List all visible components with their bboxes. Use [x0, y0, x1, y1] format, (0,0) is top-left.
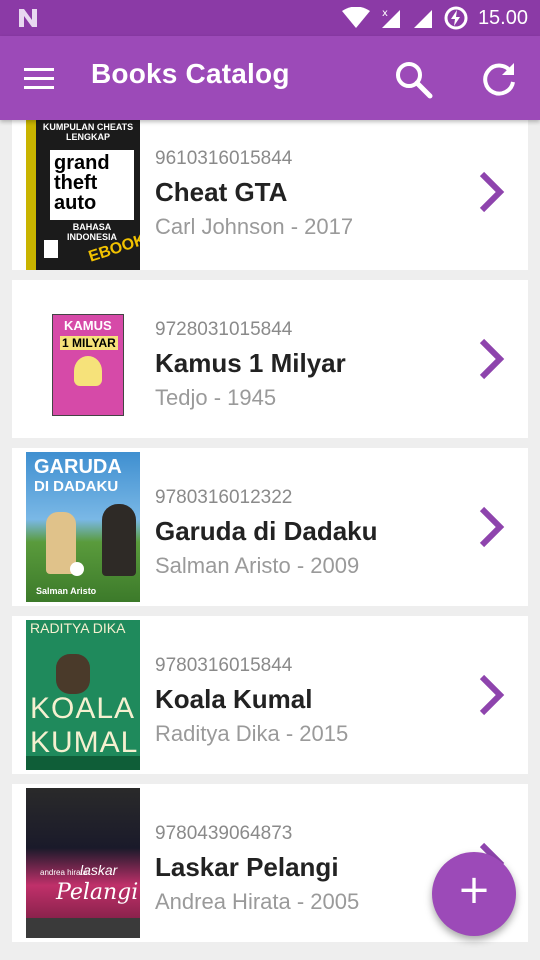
plus-icon: + [457, 867, 491, 913]
book-author-year: Raditya Dika - 2015 [155, 721, 349, 746]
book-title: Laskar Pelangi [155, 852, 339, 882]
book-item-koala-kumal[interactable]: RADITYA DIKA KOALA KUMAL 9780316015844 K… [12, 616, 528, 774]
add-book-fab[interactable]: + [432, 852, 516, 936]
menu-icon[interactable] [22, 62, 58, 94]
book-cover-kamus-1-milyar: KAMUS 1 MILYAR [26, 284, 140, 434]
search-icon[interactable] [392, 58, 434, 100]
status-bar: x 15.00 [0, 0, 540, 36]
book-item-kamus-1-milyar[interactable]: KAMUS 1 MILYAR 9728031015844 Kamus 1 Mil… [12, 280, 528, 438]
cover-text: KUMAL [30, 726, 139, 759]
book-list: KUMPULAN CHEATS LENGKAP grand theft auto… [12, 120, 528, 952]
chevron-right-icon[interactable] [476, 337, 508, 381]
book-isbn: 9780439064873 [155, 823, 293, 844]
signal-icon [413, 10, 432, 28]
cover-text: RADITYA DIKA [30, 620, 126, 636]
cover-text: laskar [80, 862, 118, 878]
cover-text: 1 MILYAR [60, 336, 118, 350]
refresh-icon[interactable] [478, 58, 520, 100]
cover-logo-text: auto [54, 192, 97, 214]
book-cover-cheat-gta: KUMPULAN CHEATS LENGKAP grand theft auto… [26, 120, 140, 270]
book-author-year: Andrea Hirata - 2005 [155, 889, 360, 914]
book-cover-laskar-pelangi: andrea hirata laskar Pelangi [26, 788, 140, 938]
book-isbn: 9610316015844 [155, 148, 293, 169]
page-title: Books Catalog [91, 58, 290, 89]
cover-text: KUMPULAN CHEATS LENGKAP [42, 122, 134, 142]
book-isbn: 9780316015844 [155, 655, 293, 676]
cover-text: KOALA [30, 692, 136, 725]
status-time: 15.00 [477, 6, 528, 29]
book-cover-garuda-di-dadaku: GARUDA DI DADAKU Salman Aristo [26, 452, 140, 602]
book-author-year: Carl Johnson - 2017 [155, 214, 354, 239]
chevron-right-icon[interactable] [476, 505, 508, 549]
book-author-year: Salman Aristo - 2009 [155, 553, 360, 578]
cover-text: KAMUS [64, 318, 112, 333]
book-isbn: 9728031015844 [155, 319, 293, 340]
book-author-year: Tedjo - 1945 [155, 385, 277, 410]
cover-text: Salman Aristo [36, 586, 97, 596]
svg-text:x: x [382, 8, 388, 19]
cover-text: GARUDA [34, 456, 122, 478]
book-title: Kamus 1 Milyar [155, 348, 346, 378]
book-isbn: 9780316012322 [155, 487, 293, 508]
signal-x-icon: x [381, 8, 400, 28]
book-title: Garuda di Dadaku [155, 516, 378, 546]
app-bar: Books Catalog [0, 36, 540, 120]
wifi-icon [341, 7, 370, 28]
book-cover-koala-kumal: RADITYA DIKA KOALA KUMAL [26, 620, 140, 770]
book-title: Cheat GTA [155, 177, 288, 207]
book-item-cheat-gta[interactable]: KUMPULAN CHEATS LENGKAP grand theft auto… [12, 120, 528, 270]
cover-text: DI DADAKU [34, 478, 119, 495]
chevron-right-icon[interactable] [476, 673, 508, 717]
notification-icon [19, 9, 37, 27]
chevron-right-icon[interactable] [476, 170, 508, 214]
book-title: Koala Kumal [155, 684, 313, 714]
battery-charging-icon [444, 6, 468, 30]
cover-text: Pelangi [56, 880, 139, 905]
book-item-garuda-di-dadaku[interactable]: GARUDA DI DADAKU Salman Aristo 978031601… [12, 448, 528, 606]
